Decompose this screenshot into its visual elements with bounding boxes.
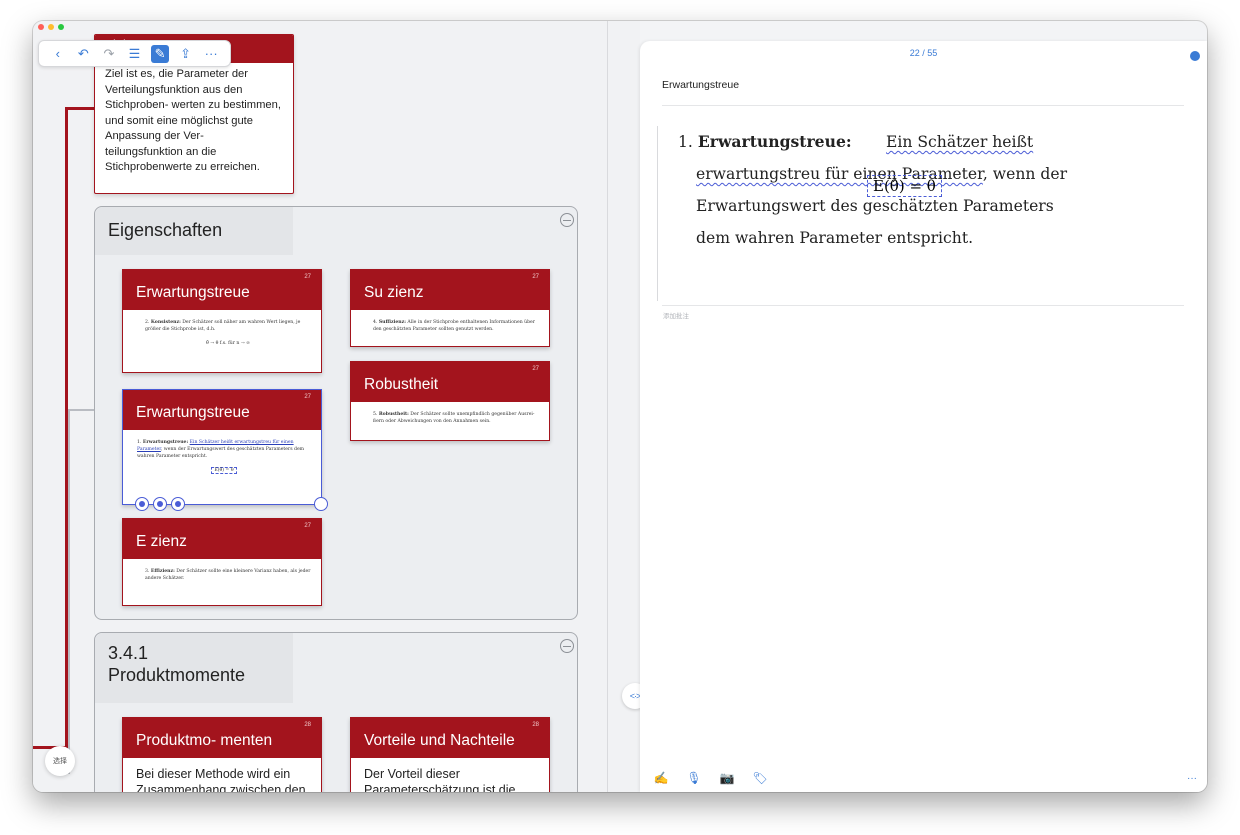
chevron-left-icon[interactable]: ‹: [49, 45, 67, 63]
camera-icon[interactable]: 📷: [716, 769, 738, 787]
link-icon[interactable]: [153, 497, 167, 511]
card-page-number: 27: [304, 274, 311, 280]
card-item-number: 1.: [137, 440, 142, 445]
card-text: , wenn der Erwartungswert des geschätzte…: [137, 447, 305, 459]
card-page-number: 27: [304, 523, 311, 529]
group-icon[interactable]: [171, 497, 185, 511]
card-robustheit[interactable]: Robustheit 27 5. Robustheit: Der Schätzer…: [350, 361, 550, 441]
microphone-icon[interactable]: 🎙: [683, 769, 705, 787]
card-page-number: 28: [532, 722, 539, 728]
mindmap-canvas[interactable]: Ziel Ziel ist es, die Parameter der Vert…: [33, 21, 607, 792]
card-formula: θ̂ → θ f.s. für n → ∞: [206, 341, 250, 346]
pane-divider[interactable]: [607, 21, 640, 792]
card-title: Erwartungstreue: [136, 284, 250, 301]
card-formula: E(θ̂) = θ: [137, 467, 311, 474]
connector-line: [68, 409, 94, 411]
document-bottom-bar: ✍ 🎙 📷 🏷 ···: [640, 764, 1207, 792]
edit-icon[interactable]: ✎: [151, 44, 170, 63]
card-page-number: 27: [304, 394, 311, 400]
card-page-number: 27: [532, 366, 539, 372]
minimize-window-button[interactable]: [48, 24, 54, 30]
card-term: Robustheit:: [378, 412, 409, 417]
resize-handle-icon[interactable]: [314, 497, 328, 511]
excerpt-formula[interactable]: E(θ̂) = θ: [867, 175, 942, 197]
collapse-pane-icon[interactable]: [1190, 51, 1200, 61]
eigenschaften-group[interactable]: Eigenschaften Erwartungstreue 27 2. Konsi…: [94, 206, 578, 620]
card-term: Effizienz:: [150, 569, 175, 574]
card-text: Bei dieser Methode wird ein Zusammenhang…: [136, 767, 306, 792]
card-title: Su zienz: [364, 284, 424, 301]
card-term: Suffizienz:: [378, 320, 406, 325]
redo-icon[interactable]: ↷: [100, 45, 118, 63]
connector-line: [65, 107, 94, 110]
group-title: 3.4.1 Produktmomente: [95, 633, 293, 703]
close-window-button[interactable]: [38, 24, 44, 30]
more-icon[interactable]: ···: [1187, 773, 1197, 784]
list-icon[interactable]: ☰: [125, 45, 143, 63]
card-formula-highlight: E(θ̂) = θ: [211, 467, 237, 474]
ziel-card-text: Ziel ist es, die Parameter der Verteilun…: [105, 68, 281, 173]
more-icon[interactable]: ···: [202, 45, 220, 63]
share-icon[interactable]: ⇪: [177, 45, 195, 63]
card-effizienz[interactable]: E zienz 27 3. Effizienz: Der Schätzer sol…: [122, 518, 322, 606]
page-counter: 22 / 55: [909, 48, 938, 58]
card-item-number: 5.: [373, 412, 378, 417]
excerpt-item-number: 1.: [678, 133, 693, 151]
card-title: Erwartungstreue: [136, 404, 250, 421]
card-page-number: 27: [532, 274, 539, 280]
add-comment-placeholder[interactable]: 添加批注: [663, 310, 689, 320]
card-erwartungstreue-selected[interactable]: Erwartungstreue 27 1. Erwartungstreue: Ei…: [122, 389, 328, 511]
collapse-icon[interactable]: [560, 639, 574, 653]
card-title: E zienz: [136, 533, 187, 550]
undo-icon[interactable]: ↶: [74, 45, 92, 63]
select-mode-button[interactable]: 选择: [45, 746, 75, 776]
group-title-text: Produktmomente: [108, 665, 246, 685]
excerpt-title[interactable]: Erwartungstreue: [662, 79, 739, 91]
group-title-number: 3.4.1: [108, 643, 149, 663]
card-body: 2. Konsistenz: Der Schätzer soll näher a…: [123, 310, 321, 347]
card-body: 1. Erwartungstreue: Ein Schätzer heißt e…: [123, 430, 321, 474]
card-suffizienz[interactable]: Su zienz 27 4. Suffizienz: Alle in der St…: [350, 269, 550, 347]
card-title: Produktmo- menten: [136, 732, 273, 749]
card-page-number: 28: [304, 722, 311, 728]
card-item-number: 3.: [145, 569, 150, 574]
excerpt-text-end: dem wahren Parameter entspricht.: [696, 229, 974, 247]
card-title: Robustheit: [364, 376, 439, 393]
app-window: Ziel Ziel ist es, die Parameter der Vert…: [33, 21, 1207, 792]
card-term: Konsistenz:: [150, 320, 181, 325]
excerpt-content[interactable]: 1. Erwartungstreue: Ein Schätzer heißt e…: [657, 126, 1184, 301]
card-title: Vorteile und Nachteile: [364, 732, 515, 749]
card-body: 3. Effizienz: Der Schätzer sollte eine k…: [123, 559, 321, 582]
pen-icon[interactable]: ✍: [650, 769, 672, 787]
connector-line: [68, 409, 70, 774]
card-body: 5. Robustheit: Der Schätzer sollte unemp…: [351, 402, 549, 425]
tag-icon[interactable]: 🏷: [749, 769, 771, 787]
collapse-icon[interactable]: [560, 213, 574, 227]
divider: [662, 105, 1184, 106]
mindmap-toolbar: ‹ ↶ ↷ ☰ ✎ ⇪ ···: [38, 40, 231, 67]
group-title: Eigenschaften: [95, 207, 293, 255]
produktmomente-group[interactable]: 3.4.1 Produktmomente Produktmo- menten 28…: [94, 632, 578, 792]
card-erwartungstreue[interactable]: Erwartungstreue 27 2. Konsistenz: Der Sch…: [122, 269, 322, 373]
card-body: 4. Suffizienz: Alle in der Stichprobe en…: [351, 310, 549, 333]
window-controls: [38, 24, 64, 30]
card-term: Erwartungstreue:: [142, 440, 189, 445]
comment-icon[interactable]: [135, 497, 149, 511]
document-pane: 22 / 55 Erwartungstreue 1. Erwartungstre…: [640, 41, 1207, 792]
divider: [662, 305, 1184, 306]
card-item-number: 4.: [373, 320, 378, 325]
excerpt-line-3: dem wahren Parameter entspricht.: [678, 222, 1184, 254]
card-item-number: 2.: [145, 320, 150, 325]
card-produktmomenten[interactable]: Produktmo- menten 28 Bei dieser Methode w…: [122, 717, 322, 792]
selection-actions: [135, 497, 185, 511]
card-text: Der Vorteil dieser Parameterschätzung is…: [364, 767, 516, 792]
excerpt-term: Erwartungstreue:: [697, 132, 852, 151]
zoom-window-button[interactable]: [58, 24, 64, 30]
card-vorteile-nachteile[interactable]: Vorteile und Nachteile 28 Der Vorteil die…: [350, 717, 550, 792]
